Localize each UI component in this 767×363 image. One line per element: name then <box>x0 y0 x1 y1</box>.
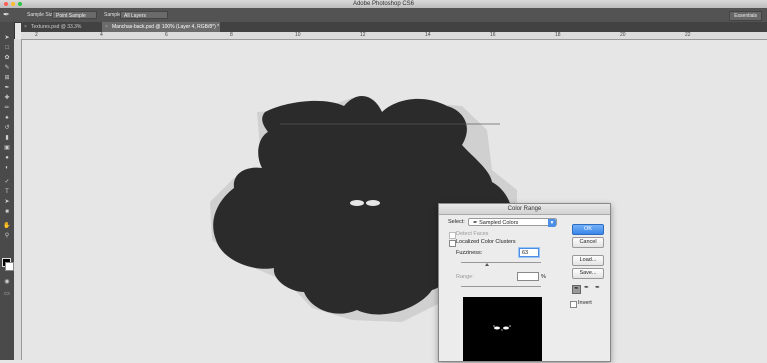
tools-panel: ➤ □ ✿ ✎ ⊞ ✒ ✚ ✏ ♠ ↺ ▮ ▣ ● ◐ ✓ T ➤ ■ ✋ ⚲ … <box>0 22 15 360</box>
localized-clusters-checkbox[interactable] <box>449 240 456 247</box>
ink-blot-image <box>210 95 517 322</box>
history-brush-tool-icon[interactable]: ↺ <box>3 124 11 132</box>
range-input[interactable] <box>517 272 539 281</box>
screen-mode-icon[interactable]: ▭ <box>3 290 11 298</box>
document-canvas[interactable] <box>22 40 767 360</box>
horizontal-ruler: 2 4 6 8 10 12 14 16 18 20 22 <box>21 32 767 40</box>
fuzziness-input[interactable]: 63 <box>519 248 539 257</box>
ruler-tick: 20 <box>620 32 626 38</box>
invert-label: Invert <box>578 300 592 306</box>
eyedropper-tool-icon[interactable]: ✒ <box>3 84 11 92</box>
sample-select[interactable]: All Layers <box>120 11 168 19</box>
selection-preview <box>463 297 542 361</box>
fuzziness-slider[interactable] <box>461 262 541 263</box>
hand-tool-icon[interactable]: ✋ <box>3 222 11 230</box>
sample-size-select[interactable]: Point Sample <box>52 11 97 19</box>
close-tab-icon[interactable]: × <box>24 22 27 32</box>
eyedropper-icon[interactable]: ✒ <box>3 10 10 19</box>
close-tab-icon[interactable]: × <box>105 22 108 32</box>
ruler-tick: 16 <box>490 32 496 38</box>
path-selection-tool-icon[interactable]: ➤ <box>3 198 11 206</box>
pen-tool-icon[interactable]: ✓ <box>3 178 11 186</box>
ruler-tick: 12 <box>360 32 366 38</box>
chevron-down-icon: ▼ <box>548 219 556 227</box>
vertical-ruler <box>14 39 22 360</box>
ruler-tick: 2 <box>35 32 38 38</box>
options-bar: ✒ Sample Size: Point Sample Sample: All … <box>0 8 767 23</box>
fuzziness-slider-thumb[interactable] <box>485 263 489 266</box>
cancel-button[interactable]: Cancel <box>572 237 604 248</box>
dialog-title: Color Range <box>439 204 610 215</box>
ruler-tick: 6 <box>165 32 168 38</box>
range-label: Range: <box>456 274 474 280</box>
type-tool-icon[interactable]: T <box>3 188 11 196</box>
detect-faces-label: Detect Faces <box>456 231 489 237</box>
tab-textures[interactable]: ×Textures.psd @ 33.3% (RGB/8) * <box>21 22 101 40</box>
detect-faces-checkbox[interactable] <box>449 232 456 239</box>
ok-button[interactable]: OK <box>572 224 604 235</box>
clone-stamp-tool-icon[interactable]: ♠ <box>3 114 11 122</box>
eyedropper-subtract-icon[interactable]: ✒ <box>594 285 601 292</box>
shape-tool-icon[interactable]: ■ <box>3 208 11 216</box>
brush-tool-icon[interactable]: ✏ <box>3 104 11 112</box>
load-button[interactable]: Load... <box>572 255 604 266</box>
eyedropper-sample-icon[interactable]: ✒ <box>572 285 581 294</box>
gradient-tool-icon[interactable]: ▣ <box>3 144 11 152</box>
select-label: Select: <box>448 219 465 225</box>
ruler-tick: 18 <box>555 32 561 38</box>
invert-checkbox[interactable] <box>570 301 577 308</box>
range-slider[interactable] <box>461 286 541 287</box>
document-tabs: ×Textures.psd @ 33.3% (RGB/8) * ×Manchas… <box>21 22 767 40</box>
eyedropper-add-icon[interactable]: ✒ <box>583 285 590 292</box>
background-color-swatch[interactable] <box>5 262 14 271</box>
localized-clusters-label: Localized Color Clusters <box>456 239 516 245</box>
ruler-tick: 8 <box>230 32 233 38</box>
title-bar: Adobe Photoshop CS6 <box>0 0 767 8</box>
lasso-tool-icon[interactable]: ✿ <box>3 54 11 62</box>
marquee-tool-icon[interactable]: □ <box>3 44 11 52</box>
blur-tool-icon[interactable]: ● <box>3 154 11 162</box>
ruler-tick: 14 <box>425 32 431 38</box>
dodge-tool-icon[interactable]: ◐ <box>3 164 11 172</box>
app-title: Adobe Photoshop CS6 <box>352 1 415 7</box>
ruler-tick: 4 <box>100 32 103 38</box>
move-tool-icon[interactable]: ➤ <box>3 34 11 42</box>
quick-select-tool-icon[interactable]: ✎ <box>3 64 11 72</box>
ruler-tick: 22 <box>685 32 691 38</box>
eraser-tool-icon[interactable]: ▮ <box>3 134 11 142</box>
fuzziness-label: Fuzziness: <box>456 250 483 256</box>
healing-brush-tool-icon[interactable]: ✚ <box>3 94 11 102</box>
zoom-tool-icon[interactable]: ⚲ <box>3 232 11 240</box>
range-unit: % <box>541 274 546 280</box>
crop-tool-icon[interactable]: ⊞ <box>3 74 11 82</box>
preview-mask <box>493 325 511 331</box>
save-button[interactable]: Save... <box>572 268 604 279</box>
color-range-dialog: Color Range Select: ✒ Sampled Colors ▼ D… <box>438 203 611 362</box>
select-dropdown[interactable]: ✒ Sampled Colors ▼ <box>468 218 557 227</box>
tab-manchas-back[interactable]: × Manchas-back.psd @ 100% (Layer 4, RGB/8… <box>102 22 220 32</box>
workspace-button[interactable]: Essentials <box>729 11 762 21</box>
ruler-tick: 10 <box>295 32 301 38</box>
quick-mask-icon[interactable]: ◉ <box>3 278 11 286</box>
